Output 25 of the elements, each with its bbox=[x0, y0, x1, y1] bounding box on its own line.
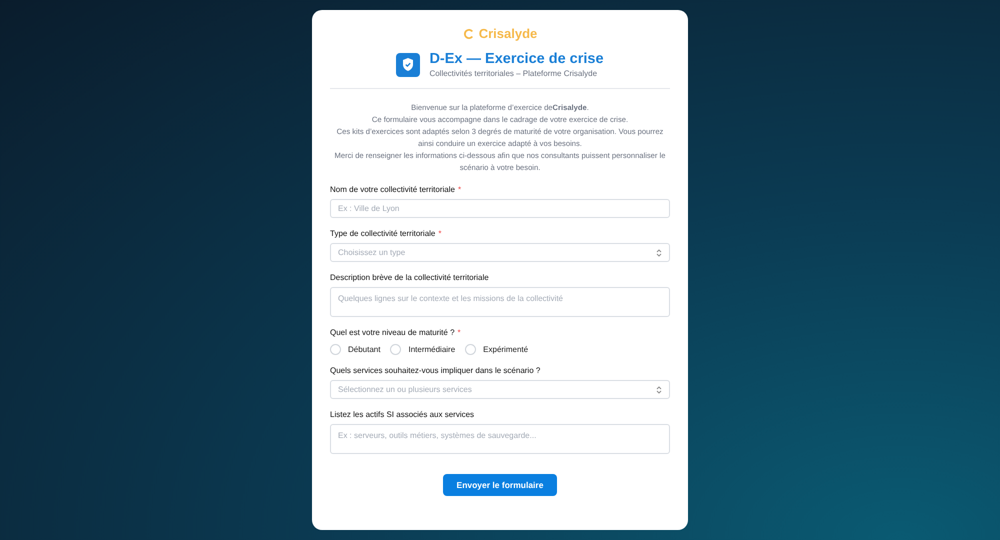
required-mark: * bbox=[438, 229, 442, 238]
field-label: Listez les actifs SI associés aux services bbox=[330, 410, 474, 419]
chevron-updown-icon bbox=[656, 248, 662, 256]
page-title: D-Ex — Exercice de crise bbox=[429, 51, 604, 67]
field-label: Quels services souhaitez-vous impliquer dans le scénario ? bbox=[330, 366, 540, 375]
select-field[interactable]: Sélectionnez un ou plusieurs services bbox=[330, 380, 670, 399]
chevron-updown-icon bbox=[656, 386, 662, 394]
field-label: Type de collectivité territoriale bbox=[330, 229, 436, 238]
logo-text: Crisalyde bbox=[478, 26, 538, 41]
textarea-field[interactable]: Quelques lignes sur le contexte et les missions de la collectivité bbox=[330, 287, 670, 317]
radio-option[interactable]: Expérimenté bbox=[465, 344, 528, 355]
select-field[interactable]: Choisissez un type bbox=[330, 243, 670, 262]
radio-option[interactable]: Débutant bbox=[330, 344, 380, 355]
field-label: Description brève de la collectivité territoriale bbox=[330, 273, 489, 282]
logo-icon bbox=[462, 28, 475, 40]
required-mark: * bbox=[458, 328, 461, 337]
textarea-field[interactable]: Ex : serveurs, outils métiers, systèmes de sauvegarde... bbox=[330, 424, 670, 454]
radio-option[interactable]: Intermédiaire bbox=[390, 344, 456, 355]
submit-button[interactable]: Envoyer le formulaire bbox=[442, 474, 558, 496]
field-label: Nom de votre collectivité territoriale bbox=[330, 185, 455, 194]
input-field[interactable]: Ex : Ville de Lyon bbox=[330, 199, 670, 218]
page-subtitle: Collectivités territoriales – Plateforme Crisalyde bbox=[429, 69, 598, 78]
field-label: Quel est votre niveau de maturité ? bbox=[330, 328, 455, 337]
required-mark: * bbox=[458, 185, 462, 194]
shield-check-icon bbox=[396, 52, 420, 76]
